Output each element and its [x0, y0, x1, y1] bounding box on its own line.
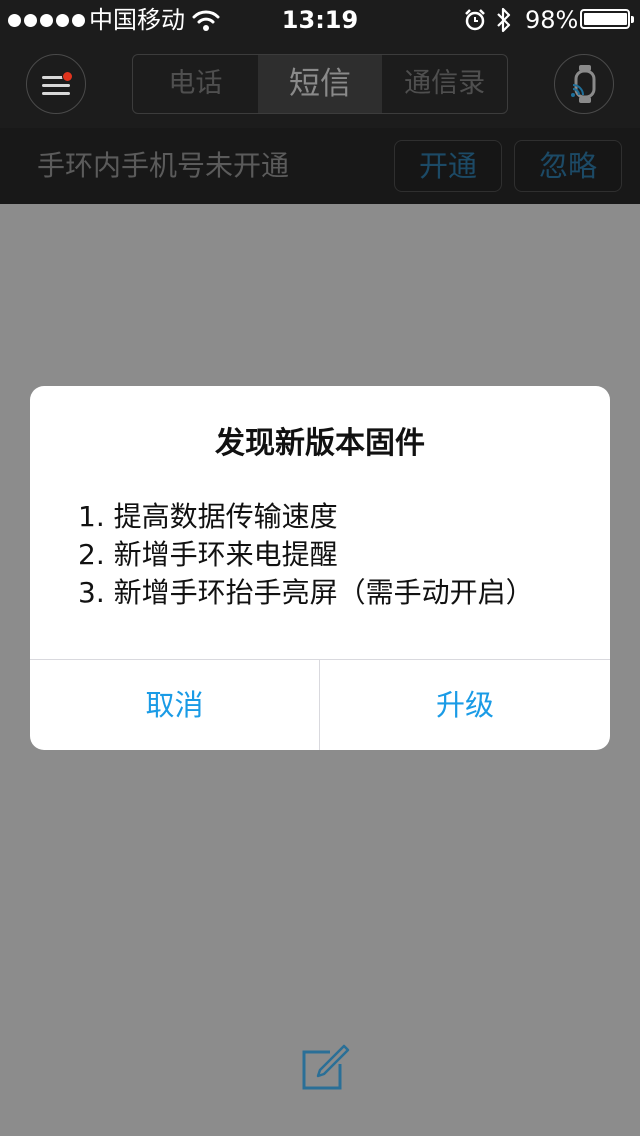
tab-bar: 电话 短信 通信录: [132, 54, 508, 114]
menu-button[interactable]: [26, 54, 86, 114]
tab-contacts[interactable]: 通信录: [382, 55, 507, 113]
dialog-line: 3. 新增手环抬手亮屏（需手动开启）: [78, 576, 534, 609]
band-sync-button[interactable]: [554, 54, 614, 114]
ignore-button[interactable]: 忽略: [514, 140, 622, 192]
upgrade-button[interactable]: 升级: [320, 660, 610, 750]
notification-badge: [62, 71, 73, 82]
activate-button[interactable]: 开通: [394, 140, 502, 192]
battery-fill: [584, 13, 627, 25]
dialog-title: 发现新版本固件: [215, 426, 425, 461]
nav-bar: 电话 短信 通信录: [0, 40, 640, 128]
compose-button[interactable]: [300, 1042, 352, 1094]
alarm-icon: [463, 8, 487, 38]
battery-icon: [580, 9, 634, 29]
compose-icon: [302, 1044, 350, 1090]
cancel-button[interactable]: 取消: [30, 660, 319, 750]
dialog-line: 2. 新增手环来电提醒: [78, 538, 338, 571]
notice-text: 手环内手机号未开通: [37, 149, 290, 182]
dialog-message: 1. 提高数据传输速度 2. 新增手环来电提醒 3. 新增手环抬手亮屏（需手动开…: [78, 498, 598, 612]
firmware-update-dialog: 发现新版本固件 1. 提高数据传输速度 2. 新增手环来电提醒 3. 新增手环抬…: [30, 386, 610, 750]
bluetooth-icon: [495, 6, 513, 40]
top-bar: 中国移动 13:19 98% 电话 短信 通信录: [0, 0, 640, 128]
status-bar: 中国移动 13:19 98%: [0, 0, 640, 40]
tab-sms[interactable]: 短信: [257, 55, 383, 113]
band-sync-icon: [571, 65, 596, 103]
tab-phone[interactable]: 电话: [133, 55, 258, 113]
battery-percent: 98%: [525, 6, 579, 34]
dialog-line: 1. 提高数据传输速度: [78, 500, 338, 533]
notice-bar: 手环内手机号未开通 开通 忽略: [0, 128, 640, 204]
